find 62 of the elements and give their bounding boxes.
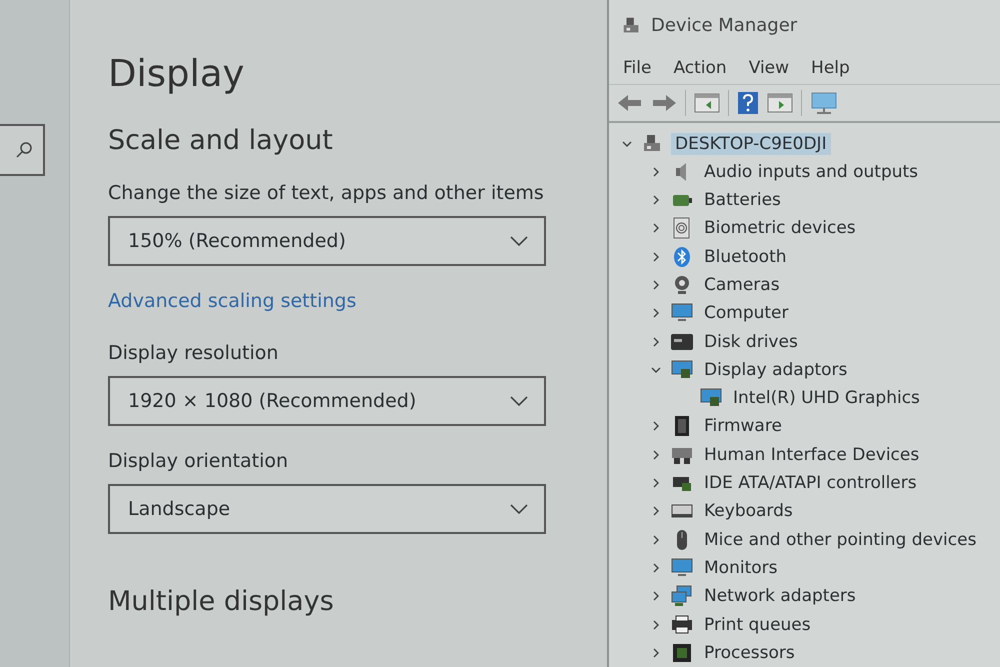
window-title: Device Manager <box>651 15 798 36</box>
network-icon <box>670 584 694 608</box>
chevron-right-icon[interactable] <box>651 620 661 630</box>
field-label: Change the size of text, apps and other items <box>108 182 545 204</box>
chevron-down-icon <box>510 236 528 246</box>
tree-item[interactable]: Monitors <box>700 556 782 579</box>
chevron-right-icon[interactable] <box>651 252 661 262</box>
tree-item[interactable]: Display adaptors <box>700 358 852 381</box>
window-pane-icon[interactable] <box>767 92 793 114</box>
tree-item[interactable]: Computer <box>700 302 793 324</box>
menu-item[interactable]: View <box>748 58 790 78</box>
search-field[interactable] <box>0 124 45 176</box>
tree-item[interactable]: Batteries <box>700 189 785 212</box>
menu-item[interactable]: File <box>623 58 652 78</box>
chevron-right-icon[interactable] <box>651 450 661 460</box>
chevron-right-icon[interactable] <box>651 280 661 290</box>
tree-item[interactable]: DESKTOP-C9E0DJI <box>671 132 831 154</box>
tree-item[interactable]: Bluetooth <box>700 246 791 268</box>
tree-item[interactable]: Intel(R) UHD Graphics <box>729 387 924 410</box>
tree-item[interactable]: Disk drives <box>700 330 802 353</box>
tree-item[interactable]: Firmware <box>700 415 786 438</box>
field-label: Display resolution <box>108 342 280 364</box>
monitor-icon[interactable] <box>810 91 838 116</box>
tree-item[interactable]: Network adapters <box>700 585 860 608</box>
search-icon <box>15 141 33 159</box>
chevron-right-icon[interactable] <box>651 534 661 545</box>
tree-item[interactable]: Keyboards <box>700 500 797 522</box>
chevron-right-icon[interactable] <box>651 336 661 347</box>
section-heading: Multiple displays <box>108 586 335 617</box>
tree-item[interactable]: Cameras <box>700 274 784 296</box>
page-title: Display <box>108 52 246 95</box>
tree-item[interactable]: IDE ATA/ATAPI controllers <box>700 472 921 494</box>
tree-item[interactable]: Processors <box>700 642 799 664</box>
chevron-right-icon[interactable] <box>651 195 661 206</box>
chevron-right-icon[interactable] <box>651 591 661 602</box>
chevron-right-icon[interactable] <box>651 506 661 516</box>
chevron-right-icon[interactable] <box>651 421 661 432</box>
chevron-down-icon <box>510 396 528 406</box>
tree-item[interactable]: Print queues <box>700 614 815 636</box>
dropdown[interactable]: 150% (Recommended) <box>108 216 546 266</box>
chevron-down-icon <box>510 504 528 514</box>
tree-item[interactable]: Biometric devices <box>700 217 860 240</box>
chevron-right-icon[interactable] <box>651 223 661 234</box>
chevron-right-icon[interactable] <box>651 648 661 658</box>
chevron-right-icon[interactable] <box>651 308 661 318</box>
chevron-down-icon[interactable] <box>622 138 632 148</box>
dropdown[interactable]: 1920 × 1080 (Recommended) <box>108 376 546 426</box>
tree-item[interactable]: Human Interface Devices <box>700 444 924 466</box>
tree-item[interactable]: Audio inputs and outputs <box>700 160 922 183</box>
chevron-right-icon[interactable] <box>651 166 661 177</box>
help-icon[interactable] <box>737 91 759 116</box>
window-pane-icon[interactable] <box>694 92 720 114</box>
field-label: Display orientation <box>108 450 290 472</box>
menu-item[interactable]: Action <box>673 58 727 78</box>
tree-item[interactable]: Mice and other pointing devices <box>700 528 980 551</box>
section-heading: Scale and layout <box>108 125 334 156</box>
chevron-right-icon[interactable] <box>651 478 661 488</box>
chevron-right-icon[interactable] <box>651 562 661 573</box>
settings-link[interactable]: Advanced scaling settings <box>108 290 546 312</box>
menu-item[interactable]: Help <box>811 58 850 78</box>
dropdown[interactable]: Landscape <box>108 484 546 534</box>
chevron-down-icon[interactable] <box>651 364 661 375</box>
